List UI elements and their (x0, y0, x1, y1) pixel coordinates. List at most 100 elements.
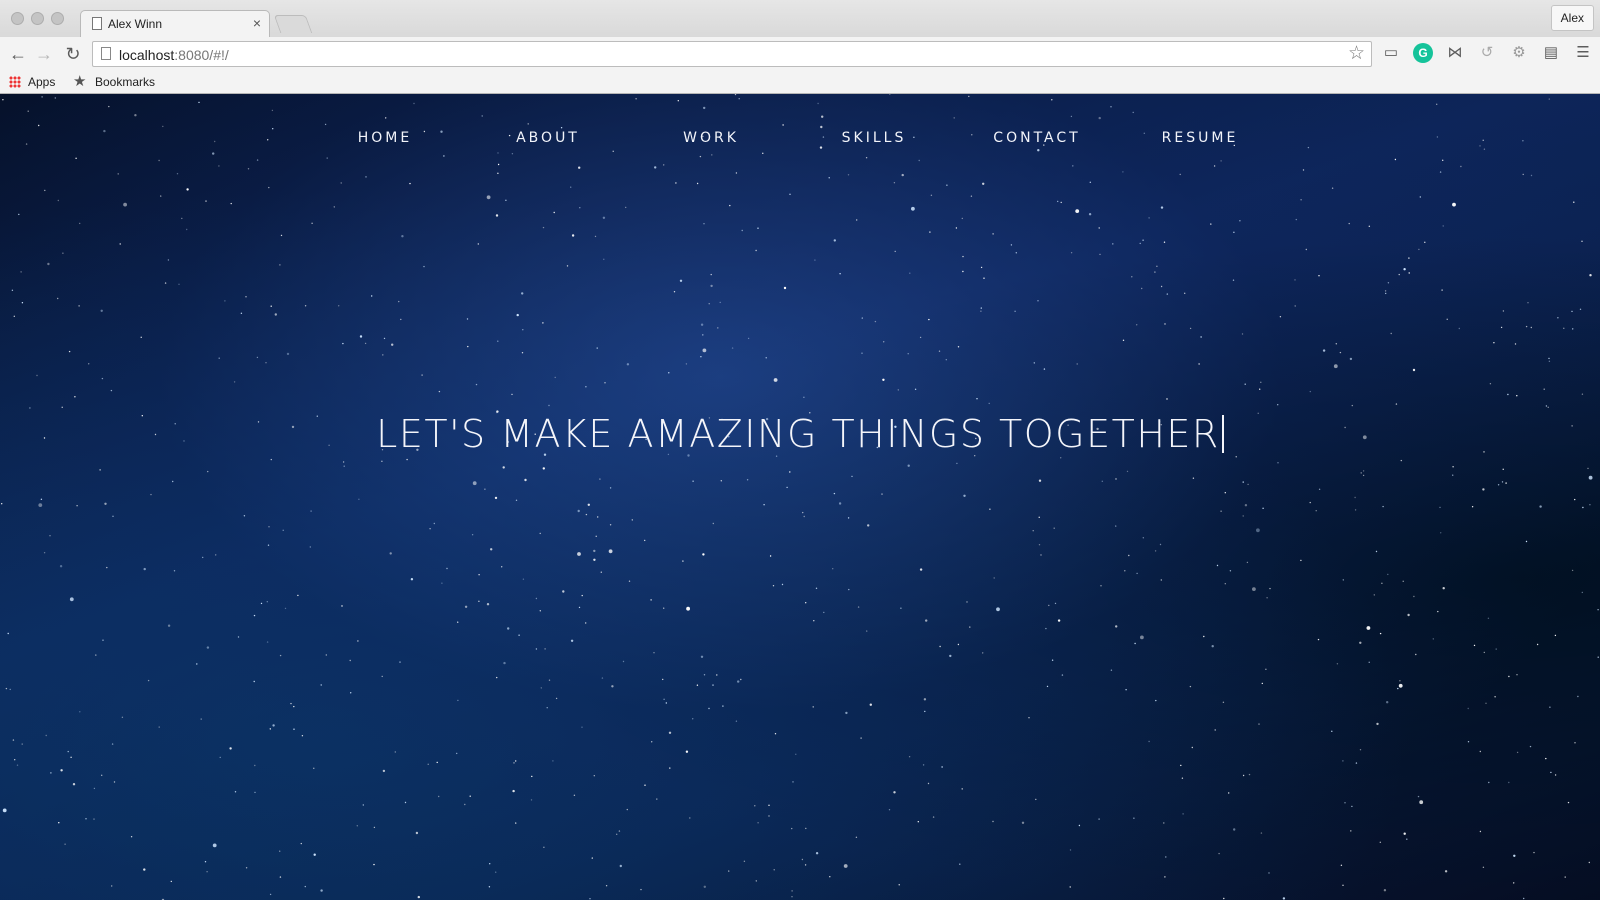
star-dot (247, 168, 250, 170)
star-dot (712, 522, 714, 525)
star-dot (1133, 817, 1135, 819)
star-dot (640, 888, 642, 891)
reload-icon[interactable]: ↻ (61, 42, 85, 66)
star-dot (628, 580, 631, 582)
star-dot (692, 718, 694, 720)
nav-about[interactable]: ABOUT (468, 127, 628, 149)
star-dot (1037, 300, 1039, 302)
star-dot (938, 350, 941, 352)
star-dot (930, 194, 933, 196)
star-dot (1597, 656, 1599, 658)
star-dot (605, 885, 608, 887)
apps-bookmark[interactable]: Apps (28, 74, 55, 90)
star-dot (1439, 171, 1442, 173)
star-dot (243, 515, 246, 517)
star-dot (204, 861, 207, 863)
star-dot (123, 202, 127, 207)
grammarly-icon[interactable]: G (1413, 43, 1433, 63)
star-dot (279, 264, 281, 266)
star-dot (1277, 404, 1279, 406)
star-dot (856, 219, 858, 221)
nav-skills[interactable]: SKILLS (794, 127, 954, 149)
cast-icon[interactable]: ▭ (1381, 43, 1401, 63)
bowtie-extension-icon[interactable]: ⋈ (1445, 43, 1465, 63)
star-dot (36, 374, 38, 377)
star-dot (988, 402, 990, 405)
star-dot (490, 548, 493, 551)
star-dot (1125, 689, 1127, 691)
star-dot (218, 357, 220, 359)
star-dot (1057, 619, 1061, 622)
nav-resume[interactable]: RESUME (1120, 127, 1280, 149)
nav-work[interactable]: WORK (631, 127, 791, 149)
bookmarks-folder[interactable]: Bookmarks (95, 74, 155, 90)
star-dot (1489, 383, 1492, 385)
star-dot (1053, 527, 1055, 529)
star-dot (400, 318, 402, 321)
star-dot (1442, 587, 1445, 590)
star-dot (542, 322, 544, 324)
star-dot (993, 577, 995, 579)
new-tab-button[interactable] (273, 15, 313, 33)
star-dot (589, 898, 591, 900)
star-dot (47, 262, 50, 266)
star-dot (173, 570, 176, 572)
hamburger-menu-icon[interactable]: ☰ (1573, 43, 1593, 63)
star-dot (845, 711, 848, 715)
star-dot (735, 172, 738, 174)
star-dot (1038, 544, 1041, 546)
browser-tab[interactable]: Alex Winn × (80, 10, 270, 37)
star-dot (783, 286, 787, 290)
star-dot (1508, 781, 1510, 784)
star-dot (861, 352, 863, 354)
address-bar[interactable]: localhost:8080/#!/ ☆ (92, 41, 1372, 67)
forward-arrow-icon[interactable]: → (32, 42, 56, 66)
star-dot (423, 265, 425, 268)
star-dot (1581, 591, 1584, 594)
star-dot (1442, 159, 1444, 161)
screen-extension-icon[interactable]: ▤ (1541, 43, 1561, 63)
star-dot (472, 481, 477, 486)
star-dot (293, 705, 295, 708)
profile-button[interactable]: Alex (1550, 5, 1594, 31)
star-dot (595, 535, 597, 537)
star-dot (513, 762, 515, 764)
star-dot (815, 587, 818, 589)
nav-contact[interactable]: CONTACT (957, 127, 1117, 149)
star-dot (702, 334, 704, 336)
star-dot (253, 680, 255, 683)
star-dot (928, 318, 930, 321)
star-dot (1355, 762, 1358, 764)
zoom-window-button[interactable] (51, 12, 64, 25)
star-dot (1180, 764, 1182, 767)
star-dot (1530, 174, 1533, 177)
star-dot (356, 825, 358, 827)
star-dot (1563, 327, 1565, 329)
star-dot (882, 378, 885, 381)
star-dot (111, 885, 113, 887)
minimize-window-button[interactable] (31, 12, 44, 25)
star-icon[interactable]: ☆ (1348, 43, 1365, 65)
star-dot (828, 177, 830, 179)
star-dot (955, 227, 958, 229)
swirl-extension-icon[interactable]: ↺ (1477, 43, 1497, 63)
gear-extension-icon[interactable]: ⚙ (1509, 43, 1529, 63)
star-dot (1099, 253, 1101, 256)
star-dot (1101, 480, 1104, 482)
nav-home[interactable]: HOME (305, 127, 465, 149)
close-window-button[interactable] (11, 12, 24, 25)
star-dot (741, 229, 743, 232)
tab-close-icon[interactable]: × (253, 15, 261, 31)
star-dot (371, 295, 373, 297)
star-dot (1522, 173, 1524, 176)
star-dot (1400, 459, 1403, 462)
star-dot (266, 601, 268, 603)
back-arrow-icon[interactable]: ← (6, 42, 30, 66)
star-dot (167, 259, 170, 261)
star-dot (1282, 897, 1286, 900)
star-dot (729, 204, 731, 207)
star-dot (1252, 587, 1256, 591)
star-dot (1260, 832, 1263, 834)
star-dot (1148, 740, 1150, 743)
star-dot (1136, 572, 1138, 575)
